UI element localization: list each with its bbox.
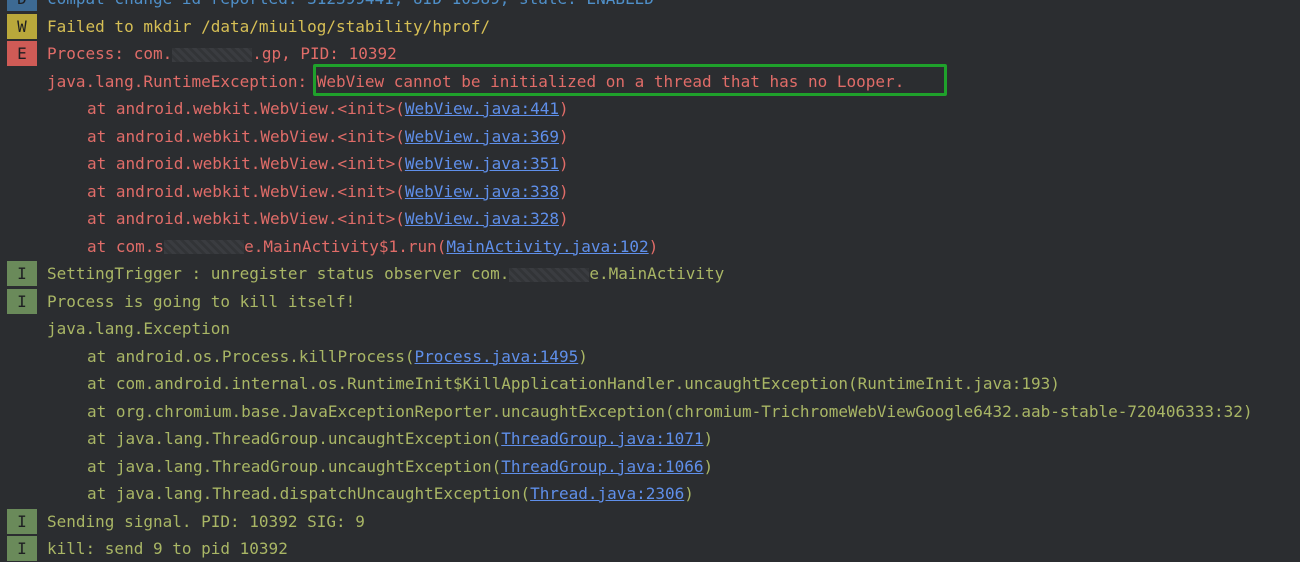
log-row[interactable]: D compat change id reported: 312399441; … bbox=[0, 0, 1300, 13]
level-badge-warn: W bbox=[7, 13, 37, 39]
log-list: D compat change id reported: 312399441; … bbox=[0, 0, 1300, 562]
stack-frame: at android.webkit.WebView.<init>(WebView… bbox=[87, 178, 569, 206]
frame-suffix: ) bbox=[703, 429, 714, 448]
logcat-output[interactable]: D compat change id reported: 312399441; … bbox=[0, 0, 1300, 562]
level-badge-debug: D bbox=[7, 0, 37, 11]
log-message: Failed to mkdir /data/miuilog/stability/… bbox=[47, 16, 491, 36]
stack-frame: at android.webkit.WebView.<init>(WebView… bbox=[87, 150, 569, 178]
frame-suffix: ) bbox=[559, 99, 569, 118]
message-suffix: .gp, PID: 10392 bbox=[252, 44, 397, 63]
source-link[interactable]: WebView.java:441 bbox=[405, 99, 559, 118]
stack-frame-row[interactable]: at android.webkit.WebView.<init>(WebView… bbox=[0, 123, 1300, 151]
source-link[interactable]: Thread.java:2306 bbox=[530, 484, 684, 503]
frame-method: at java.lang.ThreadGroup.uncaughtExcepti… bbox=[87, 429, 502, 448]
redacted-text bbox=[164, 240, 245, 254]
stack-frame: at org.chromium.base.JavaExceptionReport… bbox=[87, 401, 1253, 421]
redacted-text bbox=[509, 267, 590, 282]
stack-frame-row[interactable]: at com.android.internal.os.RuntimeInit$K… bbox=[0, 370, 1300, 398]
log-message: SettingTrigger : unregister status obser… bbox=[47, 260, 724, 288]
level-badge-info: I bbox=[7, 261, 37, 286]
stack-frame-row[interactable]: at org.chromium.base.JavaExceptionReport… bbox=[0, 398, 1300, 426]
log-row[interactable]: java.lang.RuntimeException: WebView cann… bbox=[0, 68, 1300, 96]
stack-frame: at com.s e.MainActivity$1.run(MainActivit… bbox=[87, 233, 658, 261]
level-badge-error: E bbox=[7, 41, 37, 66]
stack-frame-row[interactable]: at java.lang.Thread.dispatchUncaughtExce… bbox=[0, 480, 1300, 508]
stack-frame-row[interactable]: at java.lang.ThreadGroup.uncaughtExcepti… bbox=[0, 425, 1300, 453]
frame-suffix: ) bbox=[648, 236, 659, 256]
level-badge-info: I bbox=[7, 288, 37, 314]
log-message: java.lang.RuntimeException: WebView cann… bbox=[47, 68, 904, 96]
source-link[interactable]: WebView.java:328 bbox=[405, 209, 559, 228]
log-message: Process: com. .gp, PID: 10392 bbox=[47, 40, 397, 68]
stack-frame-row[interactable]: at android.webkit.WebView.<init>(WebView… bbox=[0, 178, 1300, 206]
source-link[interactable]: ThreadGroup.java:1071 bbox=[501, 429, 703, 448]
log-row[interactable]: I Sending signal. PID: 10392 SIG: 9 bbox=[0, 508, 1300, 536]
stack-frame-row[interactable]: at com.s e.MainActivity$1.run(MainActivit… bbox=[0, 233, 1300, 261]
frame-suffix: ) bbox=[684, 484, 694, 503]
stack-frame-row[interactable]: at java.lang.ThreadGroup.uncaughtExcepti… bbox=[0, 453, 1300, 481]
stack-frame: at android.webkit.WebView.<init>(WebView… bbox=[87, 205, 569, 233]
stack-frame-row[interactable]: at android.webkit.WebView.<init>(WebView… bbox=[0, 150, 1300, 178]
stack-frame: at android.webkit.WebView.<init>(WebView… bbox=[87, 95, 569, 123]
log-row[interactable]: E Process: com. .gp, PID: 10392 bbox=[0, 40, 1300, 68]
frame-method-rest: e.MainActivity$1.run( bbox=[244, 236, 447, 256]
stack-frame-row[interactable]: at android.webkit.WebView.<init>(WebView… bbox=[0, 205, 1300, 233]
frame-method: at com.s bbox=[87, 236, 165, 256]
level-badge-info: I bbox=[7, 508, 37, 534]
frame-method: at android.webkit.WebView.<init>( bbox=[87, 154, 405, 173]
frame-suffix: ) bbox=[559, 209, 569, 228]
frame-method: at java.lang.ThreadGroup.uncaughtExcepti… bbox=[87, 456, 502, 476]
frame-suffix: ) bbox=[559, 126, 569, 146]
message-prefix: SettingTrigger : unregister status obser… bbox=[47, 264, 510, 283]
message-prefix: Process: com. bbox=[47, 44, 173, 63]
stack-frame-row[interactable]: at android.os.Process.killProcess(Proces… bbox=[0, 343, 1300, 371]
frame-method: at android.webkit.WebView.<init>( bbox=[87, 99, 405, 118]
log-row[interactable]: I SettingTrigger : unregister status obs… bbox=[0, 260, 1300, 288]
level-badge-info: I bbox=[7, 536, 37, 561]
stack-frame: at java.lang.ThreadGroup.uncaughtExcepti… bbox=[87, 425, 713, 453]
redacted-text bbox=[172, 47, 253, 62]
stack-frame: at java.lang.ThreadGroup.uncaughtExcepti… bbox=[87, 453, 713, 481]
frame-suffix: ) bbox=[578, 346, 588, 366]
frame-suffix: ) bbox=[559, 181, 569, 201]
stack-frame-row[interactable]: at android.webkit.WebView.<init>(WebView… bbox=[0, 95, 1300, 123]
log-row[interactable]: java.lang.Exception bbox=[0, 315, 1300, 343]
stack-frame: at com.android.internal.os.RuntimeInit$K… bbox=[87, 374, 1060, 393]
log-row[interactable]: I kill: send 9 to pid 10392 bbox=[0, 535, 1300, 562]
source-link[interactable]: WebView.java:369 bbox=[405, 127, 559, 146]
source-link[interactable]: Process.java:1495 bbox=[415, 347, 579, 366]
source-link[interactable]: WebView.java:338 bbox=[405, 182, 559, 201]
source-link[interactable]: WebView.java:351 bbox=[405, 154, 559, 173]
exception-type: java.lang.RuntimeException: bbox=[47, 71, 317, 91]
exception-message: WebView cannot be initialized on a threa… bbox=[316, 71, 905, 91]
source-link[interactable]: MainActivity.java:102 bbox=[446, 237, 648, 256]
frame-method: at java.lang.Thread.dispatchUncaughtExce… bbox=[87, 484, 531, 503]
log-message: compat change id reported: 312399441; UI… bbox=[47, 0, 654, 13]
frame-suffix: ) bbox=[703, 456, 714, 476]
log-message: Sending signal. PID: 10392 SIG: 9 bbox=[47, 511, 365, 531]
frame-method: at android.webkit.WebView.<init>( bbox=[87, 209, 405, 228]
frame-method: at android.os.Process.killProcess( bbox=[87, 346, 415, 366]
log-message: java.lang.Exception bbox=[47, 319, 231, 338]
frame-method: at android.webkit.WebView.<init>( bbox=[87, 181, 405, 201]
source-link[interactable]: ThreadGroup.java:1066 bbox=[501, 457, 703, 476]
message-suffix: e.MainActivity bbox=[589, 264, 725, 283]
frame-method: at android.webkit.WebView.<init>( bbox=[87, 126, 405, 146]
frame-suffix: ) bbox=[559, 154, 569, 173]
log-message: Process is going to kill itself! bbox=[47, 291, 356, 311]
stack-frame: at java.lang.Thread.dispatchUncaughtExce… bbox=[87, 480, 694, 508]
log-row[interactable]: W Failed to mkdir /data/miuilog/stabilit… bbox=[0, 13, 1300, 41]
stack-frame: at android.os.Process.killProcess(Proces… bbox=[87, 343, 588, 371]
log-message: kill: send 9 to pid 10392 bbox=[47, 539, 288, 558]
log-row[interactable]: I Process is going to kill itself! bbox=[0, 288, 1300, 316]
stack-frame: at android.webkit.WebView.<init>(WebView… bbox=[87, 123, 569, 151]
